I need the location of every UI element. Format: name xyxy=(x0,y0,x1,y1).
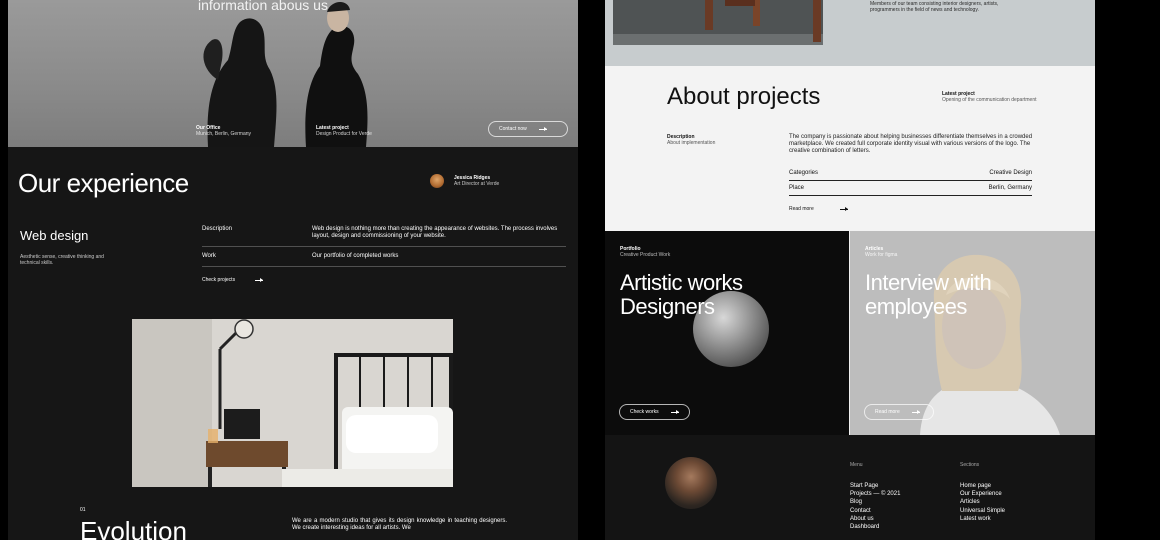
about-desc-value: About implementation xyxy=(667,140,716,146)
menu-item[interactable]: Dashboard xyxy=(850,524,900,531)
team-member-avatar xyxy=(665,457,717,509)
right-page: Members of our team consisting interior … xyxy=(605,0,1095,540)
arrow-right-icon xyxy=(670,409,679,414)
divider xyxy=(202,266,566,267)
check-works-button[interactable]: Check works xyxy=(619,404,690,420)
menu-item[interactable]: Start Page xyxy=(850,483,900,490)
interview-sub: Work for figma xyxy=(865,252,898,258)
categories-label: Categories xyxy=(789,170,819,176)
categories-value: Creative Design xyxy=(989,170,1032,176)
team-text: Members of our team consisting interior … xyxy=(870,1,999,13)
section-item[interactable]: Home page xyxy=(960,483,1005,490)
about-text: The company is passionate about helping … xyxy=(789,134,1033,154)
service-note: Aesthetic sense, creative thinking and t… xyxy=(20,254,104,266)
sections-title: Sections xyxy=(960,462,980,468)
check-projects-label: Check projects xyxy=(202,277,236,283)
menu-item[interactable]: About us xyxy=(850,516,900,523)
menu-title: Menu xyxy=(850,462,863,468)
about-section: About projects Latest project Opening of… xyxy=(605,66,1095,231)
arrow-right-icon xyxy=(255,277,264,282)
evolution-title: Evolution xyxy=(80,516,187,540)
section-item[interactable]: Universal Simple xyxy=(960,508,1005,515)
check-projects-link[interactable]: Check projects xyxy=(202,277,264,283)
menu-item[interactable]: Contact xyxy=(850,508,900,515)
avatar xyxy=(430,174,444,188)
hero-section: information abous us. Our Office Munich,… xyxy=(8,0,578,147)
description-label: Description xyxy=(202,226,233,232)
about-latest-value: Opening of the communication department xyxy=(942,97,1037,103)
artistic-title-2: Designers xyxy=(620,294,715,319)
interview-title-1: Interview with xyxy=(865,270,992,295)
chairs-photo xyxy=(613,0,823,45)
left-page: information abous us. Our Office Munich,… xyxy=(8,0,578,540)
artistic-card: Portfolio Creative Product Work Artistic… xyxy=(605,231,849,435)
artistic-sub: Creative Product Work xyxy=(620,252,671,258)
evolution-text: We are a modern studio that gives its de… xyxy=(292,518,507,531)
footer: Menu Start Page Projects — © 2021 Blog C… xyxy=(605,435,1095,540)
evolution-index: 01 xyxy=(80,507,86,513)
menu-item[interactable]: Projects — © 2021 xyxy=(850,491,900,498)
bedroom-photo xyxy=(132,319,453,487)
work-text: Our portfolio of completed works xyxy=(312,253,399,259)
read-more-button-label: Read more xyxy=(875,409,900,415)
divider xyxy=(789,195,1032,196)
divider xyxy=(789,180,1032,181)
divider xyxy=(202,246,566,247)
menu-list: Start Page Projects — © 2021 Blog Contac… xyxy=(850,483,900,531)
arrow-right-icon xyxy=(538,126,547,131)
service-title: Web design xyxy=(20,228,89,243)
sections-list: Home page Our Experience Articles Univer… xyxy=(960,483,1005,523)
artistic-title-1: Artistic works xyxy=(620,270,743,295)
work-label: Work xyxy=(202,253,216,259)
place-label: Place xyxy=(789,185,805,191)
about-title: About projects xyxy=(667,83,821,110)
arrow-right-icon xyxy=(911,409,920,414)
interview-card: Articles Work for figma Interview with e… xyxy=(850,231,1095,435)
contact-now-button[interactable]: Contact now xyxy=(488,121,568,137)
person-role: Art Director at Verde xyxy=(454,181,500,187)
contact-now-label: Contact now xyxy=(499,126,527,132)
arrow-right-icon xyxy=(839,206,848,211)
place-value: Berlin, Germany xyxy=(988,185,1032,191)
read-more-label: Read more xyxy=(789,206,814,212)
team-section: Members of our team consisting interior … xyxy=(605,0,1095,66)
experience-title: Our experience xyxy=(18,168,189,198)
section-item[interactable]: Latest work xyxy=(960,516,1005,523)
hero-latest-value: Design Product for Verde xyxy=(316,131,372,137)
section-item[interactable]: Our Experience xyxy=(960,491,1005,498)
hero-office-value: Munich, Berlin, Germany xyxy=(196,131,252,137)
menu-item[interactable]: Blog xyxy=(850,499,900,506)
description-text: Web design is nothing more than creating… xyxy=(312,226,558,239)
check-works-label: Check works xyxy=(630,409,659,415)
section-item[interactable]: Articles xyxy=(960,499,1005,506)
read-more-button[interactable]: Read more xyxy=(864,404,934,420)
interview-title-2: employees xyxy=(865,294,967,319)
read-more-link[interactable]: Read more xyxy=(789,206,848,212)
